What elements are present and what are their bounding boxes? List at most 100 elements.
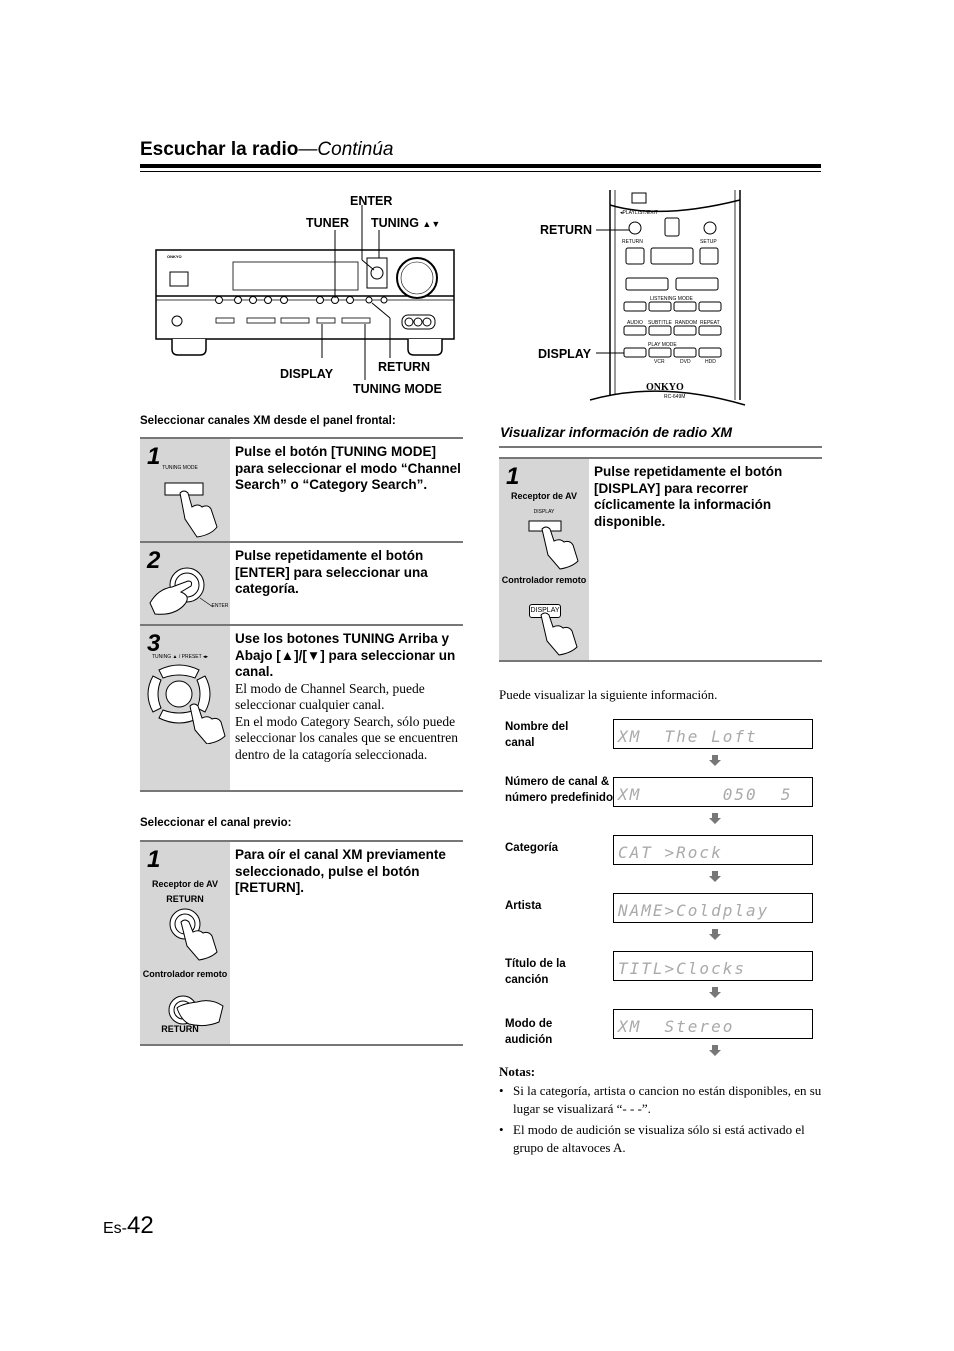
receiver-label: Receptor de AV <box>510 491 577 501</box>
remote-label: Controlador remoto <box>142 969 228 979</box>
remote-diagram: ONKYO RETURN DISPLAY RETURN SETUP ◂PLAYL… <box>530 190 750 410</box>
lcd-text: XM The Loft <box>618 727 758 746</box>
remote-label-model: RC-649M <box>664 394 686 400</box>
note-item: • El modo de audición se visualiza sólo s… <box>499 1121 824 1157</box>
remote-label: Controlador remoto <box>501 575 587 585</box>
callout-tuning-mode: TUNING MODE <box>353 382 442 396</box>
step-detail-channel-search: El modo de Channel Search, puede selecci… <box>235 680 425 713</box>
lcd-song-title: TITL>Clocks <box>613 951 813 981</box>
hand-press-display-button-icon <box>528 520 579 570</box>
note-item: • Si la categoría, artista o cancion no e… <box>499 1082 824 1118</box>
up-down-arrows-icon: ▲▼ <box>422 219 441 229</box>
remote-label-random: RANDOM <box>675 320 698 326</box>
enter-button-label: ENTER <box>211 603 229 609</box>
info-label-listening-mode: Modo de audición <box>505 1018 553 1046</box>
lcd-text: XM 050 5 <box>618 785 793 804</box>
remote-label-play-mode: PLAY MODE <box>648 342 677 348</box>
step-illustration: 1 Receptor de AV DISPLAY Controlador rem… <box>499 459 589 662</box>
note-text: El modo de audición se visualiza sólo si… <box>513 1122 805 1155</box>
display-intro: Puede visualizar la siguiente informació… <box>499 687 718 702</box>
remote-label-repeat: REPEAT <box>700 320 720 326</box>
remote-callout-return: RETURN <box>540 223 593 237</box>
lcd-text: NAME>Coldplay <box>618 901 770 920</box>
hand-press-return-icon <box>169 908 218 961</box>
previous-channel-heading: Seleccionar el canal previo: <box>140 817 292 829</box>
step-illustration: 1 TUNING MODE <box>140 439 230 542</box>
remote-brand: ONKYO <box>646 382 684 393</box>
callout-tuner: TUNER <box>306 216 350 230</box>
down-arrow-icon <box>709 987 721 998</box>
remote-label-playlist: ◂PLAYLIST/EXIT <box>620 210 658 216</box>
display-info-heading: Visualizar información de radio XM <box>500 424 733 440</box>
receiver-diagram: ONKYO ENTER TUNER TUNING ▲▼ DISPLAY RETU… <box>150 190 470 400</box>
page-number-value: 42 <box>127 1212 154 1239</box>
info-label-channel-name: Nombre del canal <box>505 721 569 749</box>
remote-return-label: RETURN <box>161 1024 199 1034</box>
down-arrow-icon <box>709 871 721 882</box>
remote-label-hdd: HDD <box>705 359 716 365</box>
step-1-tuning-mode: 1 TUNING MODE Pulse el botón [TUNING MOD… <box>140 437 463 542</box>
bullet-icon: • <box>499 1083 504 1098</box>
step-number: 1 <box>506 463 520 490</box>
page-prefix: Es- <box>103 1220 127 1237</box>
section-bottom-rule <box>499 660 822 662</box>
heading-rule <box>499 446 822 448</box>
remote-callout-display: DISPLAY <box>538 347 592 361</box>
notes-heading: Notas: <box>499 1064 536 1079</box>
step-number: 1 <box>147 846 161 873</box>
step-3-tuning-arrows: 3 TUNING ▲ / PRESET ◂▸ Use los botones T… <box>140 624 463 792</box>
step-number: 1 <box>147 443 161 470</box>
step-2-enter: 2 ENTER Pulse repetidamente el botón [EN… <box>140 541 463 625</box>
section-bottom-rule <box>140 1044 463 1046</box>
down-arrow-icon <box>709 813 721 824</box>
callout-return: RETURN <box>378 360 431 374</box>
page-number: Es-42 <box>103 1212 154 1240</box>
step-text: Pulse repetidamente el botón [ENTER] par… <box>235 548 428 596</box>
remote-label-subtitle: SUBTITLE <box>648 320 672 326</box>
step-text: Pulse el botón [TUNING MODE] para selecc… <box>235 444 461 492</box>
step-illustration: 3 TUNING ▲ / PRESET ◂▸ <box>140 626 230 792</box>
down-arrow-icon <box>709 1045 721 1056</box>
title-suffix: —Continúa <box>298 139 394 160</box>
header-rule-thick <box>140 164 821 168</box>
info-label-category: Categoría <box>505 842 559 854</box>
section-bottom-rule <box>140 790 463 792</box>
info-label-channel-number: Número de canal & número predefinido <box>505 776 613 804</box>
hand-press-enter-icon <box>149 567 214 615</box>
step-text: Para oír el canal XM previamente selecci… <box>235 847 446 895</box>
lcd-artist: NAME>Coldplay <box>613 893 813 923</box>
svg-text:ONKYO: ONKYO <box>167 254 182 259</box>
remote-label-setup: SETUP <box>700 239 717 245</box>
step-instruction: Use los botones TUNING Arriba y Abajo [▲… <box>235 631 456 679</box>
receiver-display-label: DISPLAY <box>533 509 555 515</box>
step-text: Pulse repetidamente el botón [DISPLAY] p… <box>594 464 783 529</box>
lcd-text: TITL>Clocks <box>618 959 746 978</box>
lcd-text: XM Stereo <box>618 1017 735 1036</box>
step-1-display: 1 Receptor de AV DISPLAY Controlador rem… <box>499 457 822 662</box>
info-label-song-title: Título de la canción <box>505 958 566 986</box>
callout-enter: ENTER <box>350 194 393 208</box>
lcd-category: CAT >Rock <box>613 835 813 865</box>
callout-display: DISPLAY <box>280 367 334 381</box>
step-1-return: 1 Receptor de AV RETURN Controlador remo… <box>140 840 463 1046</box>
info-label-artist: Artista <box>505 900 542 912</box>
remote-label-vcr: VCR <box>654 359 665 365</box>
lcd-listening-mode: XM Stereo <box>613 1009 813 1039</box>
down-arrow-icon <box>709 929 721 940</box>
bullet-icon: • <box>499 1122 504 1137</box>
tuning-mode-button-label: TUNING MODE <box>162 465 198 471</box>
title-main: Escuchar la radio <box>140 139 299 160</box>
step-illustration: 1 Receptor de AV RETURN Controlador remo… <box>140 842 230 1046</box>
hand-press-button-icon <box>164 482 218 538</box>
directional-pad-hand-icon <box>147 664 226 744</box>
remote-label-listening-mode: LISTENING MODE <box>650 296 693 302</box>
note-text: Si la categoría, artista o cancion no es… <box>513 1083 822 1116</box>
callout-tuning-text: TUNING <box>371 216 419 230</box>
callout-tuning: TUNING ▲▼ <box>371 216 440 230</box>
step-text: Use los botones TUNING Arriba y Abajo [▲… <box>235 631 463 763</box>
lcd-text: CAT >Rock <box>618 843 723 862</box>
page-title: Escuchar la radio—Continúa <box>140 139 393 161</box>
receiver-label: Receptor de AV <box>151 879 218 889</box>
header-rule-thin <box>140 171 821 172</box>
lcd-channel-name: XM The Loft <box>613 719 813 749</box>
